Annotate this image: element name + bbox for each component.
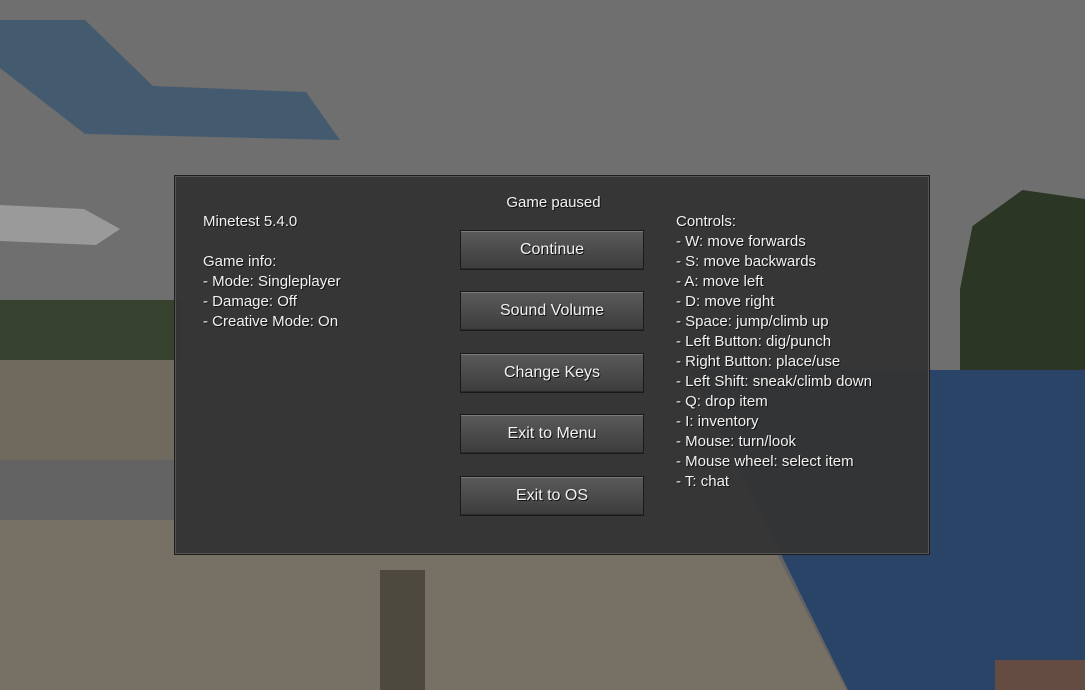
control-item: - S: move backwards xyxy=(676,253,817,270)
control-item: - Mouse: turn/look xyxy=(676,433,797,450)
sound-volume-button-label: Sound Volume xyxy=(499,302,605,319)
control-item: - Left Button: dig/punch xyxy=(676,333,832,350)
pause-menu-dialog: Game paused Minetest 5.4.0 Game info: - … xyxy=(174,175,930,555)
control-item: - I: inventory xyxy=(676,413,759,430)
version-label: Minetest 5.4.0 xyxy=(203,213,298,230)
change-keys-button[interactable]: Change Keys xyxy=(460,353,644,393)
exit-to-os-button[interactable]: Exit to OS xyxy=(460,476,644,516)
control-item: - Left Shift: sneak/climb down xyxy=(676,373,872,390)
game-info-item: - Creative Mode: On xyxy=(203,313,339,330)
control-item: - T: chat xyxy=(676,473,730,490)
exit-to-menu-button-label: Exit to Menu xyxy=(507,425,597,442)
change-keys-button-label: Change Keys xyxy=(503,364,601,381)
control-item: - W: move forwards xyxy=(676,233,806,250)
continue-button-label: Continue xyxy=(519,241,585,258)
control-item: - A: move left xyxy=(676,273,764,290)
controls-panel: Controls: - W: move forwards - S: move b… xyxy=(676,212,921,492)
game-info-item: - Mode: Singleplayer xyxy=(203,273,341,290)
game-info-item: - Damage: Off xyxy=(203,293,297,310)
continue-button[interactable]: Continue xyxy=(460,230,644,270)
game-info-heading: Game info: xyxy=(203,253,277,270)
pause-title: Game paused xyxy=(506,194,601,211)
control-item: - Right Button: place/use xyxy=(676,353,841,370)
control-item: - D: move right xyxy=(676,293,775,310)
control-item: - Q: drop item xyxy=(676,393,768,410)
exit-to-os-button-label: Exit to OS xyxy=(515,487,589,504)
exit-to-menu-button[interactable]: Exit to Menu xyxy=(460,414,644,454)
sound-volume-button[interactable]: Sound Volume xyxy=(460,291,644,331)
game-info-panel: Minetest 5.4.0 Game info: - Mode: Single… xyxy=(203,212,443,332)
control-item: - Space: jump/climb up xyxy=(676,313,829,330)
control-item: - Mouse wheel: select item xyxy=(676,453,854,470)
controls-heading: Controls: xyxy=(676,213,737,230)
